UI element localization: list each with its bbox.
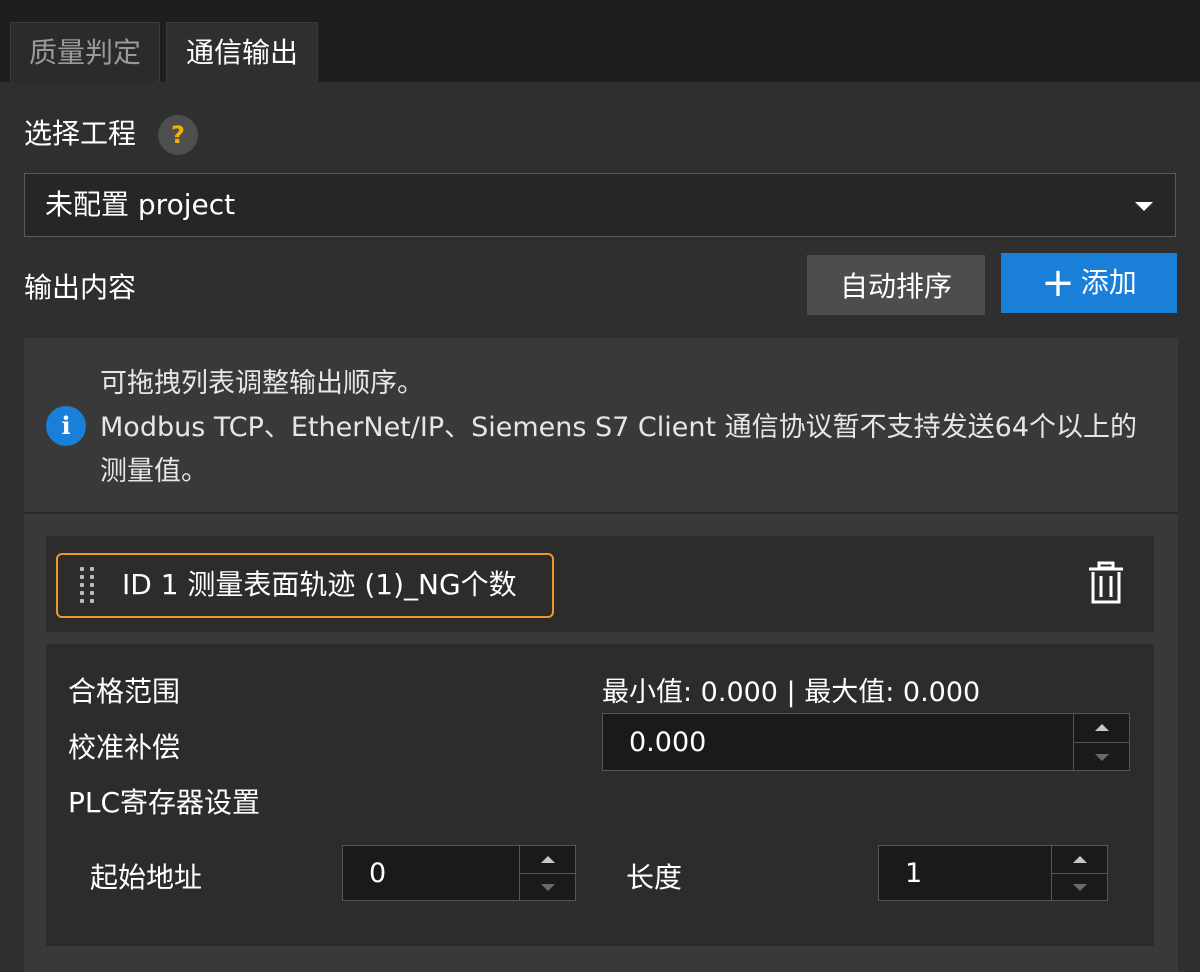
auto-sort-button[interactable]: 自动排序	[807, 255, 985, 315]
calibration-value: 0.000	[629, 727, 707, 758]
calibration-stepper-buttons	[1073, 714, 1129, 770]
info-message: 可拖拽列表调整输出顺序。 Modbus TCP、EtherNet/IP、Siem…	[100, 362, 1160, 494]
tab-bar: 质量判定 通信输出	[0, 0, 1200, 82]
info-line-drag: 可拖拽列表调整输出顺序。	[100, 368, 424, 399]
calibration-stepper[interactable]: 0.000	[602, 713, 1130, 771]
plc-register-label: PLC寄存器设置	[68, 786, 261, 819]
output-content-label: 输出内容	[24, 271, 137, 304]
select-project-label: 选择工程	[24, 117, 137, 150]
tab-quality-judgment[interactable]: 质量判定	[10, 22, 160, 82]
length-stepper[interactable]: 1	[878, 845, 1108, 901]
output-item-title: ID 1 测量表面轨迹 (1)_NG个数	[122, 568, 517, 601]
chevron-down-icon	[1135, 202, 1153, 211]
increment-button[interactable]	[520, 846, 575, 873]
start-address-value: 0	[369, 858, 387, 889]
info-line-protocol: Modbus TCP、EtherNet/IP、Siemens S7 Client…	[100, 412, 1138, 487]
decrement-button[interactable]	[520, 873, 575, 900]
add-button-label: 添加	[1080, 266, 1137, 299]
increment-button[interactable]	[1052, 846, 1107, 873]
decrement-button[interactable]	[1074, 742, 1129, 770]
project-select-value: 未配置 project	[45, 188, 236, 221]
start-address-stepper-buttons	[519, 846, 575, 900]
length-value: 1	[905, 858, 923, 889]
increment-button[interactable]	[1074, 714, 1129, 742]
decrement-button[interactable]	[1052, 873, 1107, 900]
pass-range-label: 合格范围	[68, 675, 181, 708]
tab-communication-output[interactable]: 通信输出	[166, 22, 318, 82]
project-select[interactable]: 未配置 project	[24, 173, 1176, 237]
trash-icon[interactable]	[1086, 560, 1126, 606]
length-label: 长度	[626, 861, 683, 894]
plus-icon: +	[1041, 260, 1075, 306]
help-icon[interactable]: ?	[158, 115, 198, 155]
start-address-label: 起始地址	[90, 861, 203, 894]
divider	[24, 512, 1178, 514]
calibration-label: 校准补偿	[68, 731, 181, 764]
drag-handle-icon[interactable]	[78, 567, 98, 603]
add-button[interactable]: + 添加	[1001, 253, 1177, 313]
start-address-stepper[interactable]: 0	[342, 845, 576, 901]
pass-range-value: 最小值: 0.000 | 最大值: 0.000	[602, 677, 981, 708]
info-icon: i	[46, 406, 86, 446]
length-stepper-buttons	[1051, 846, 1107, 900]
